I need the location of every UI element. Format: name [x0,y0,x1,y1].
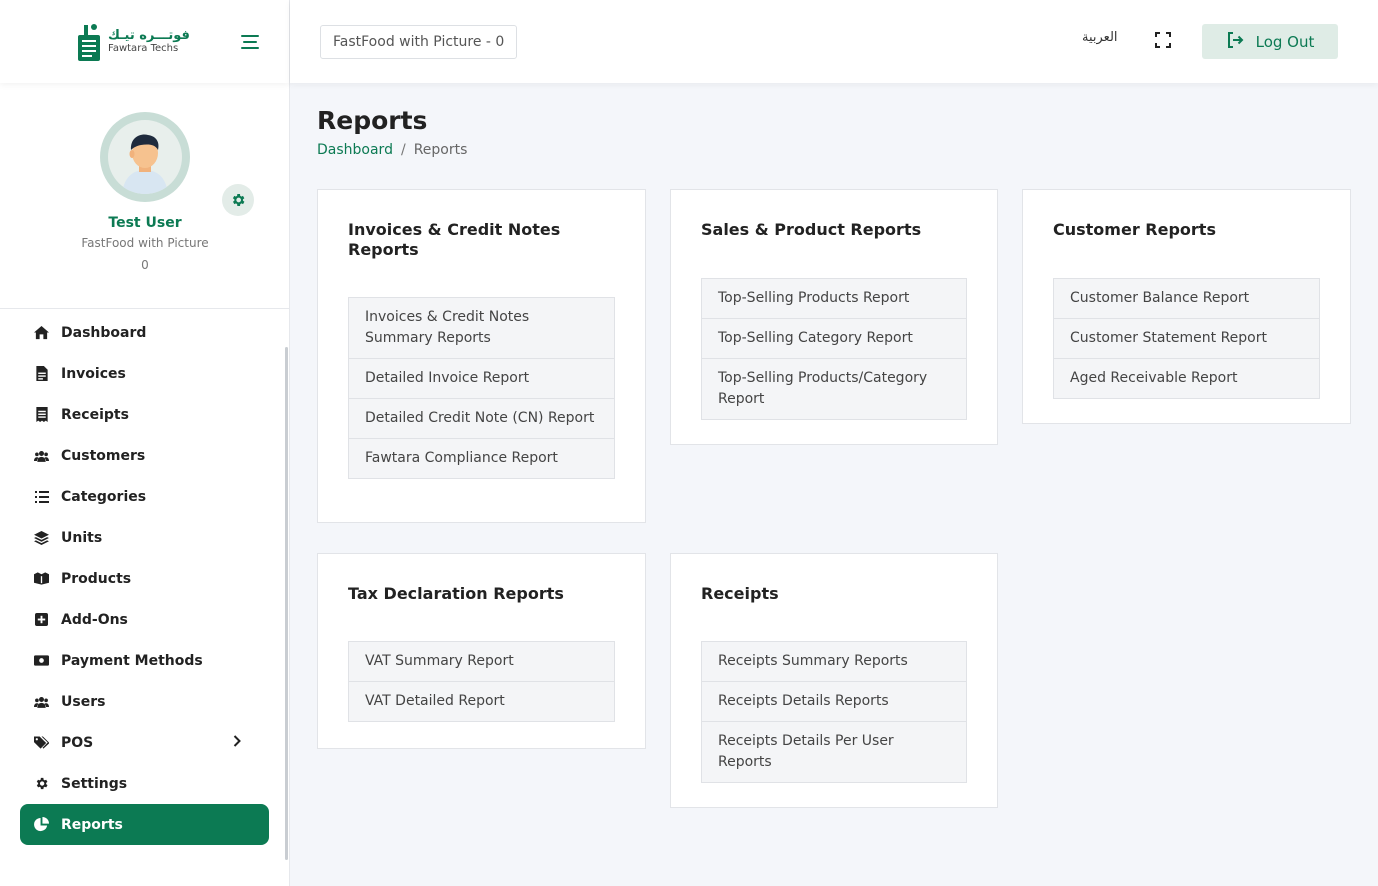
report-link[interactable]: Detailed Credit Note (CN) Report [349,398,614,438]
sidebar-item-dashboard[interactable]: Dashboard [20,312,269,353]
report-link[interactable]: Aged Receivable Report [1054,358,1319,398]
gear-icon [34,776,49,791]
user-avatar-icon [122,134,168,194]
breadcrumb-current: Reports [413,142,468,158]
money-icon [34,653,49,668]
card-title: Receipts [701,584,779,603]
sidebar-item-pos[interactable]: POS [20,722,269,763]
user-branch-id: 0 [141,258,149,272]
avatar [100,112,190,202]
file-invoice-icon [34,366,49,381]
user-company: FastFood with Picture [81,236,209,250]
report-link[interactable]: VAT Summary Report [349,642,614,681]
logout-button[interactable]: Log Out [1202,24,1338,59]
sidebar-item-label: Settings [61,775,128,792]
card-title: Invoices & Credit Notes Reports [348,220,561,259]
tax-declaration-reports-card: Tax Declaration Reports VAT Summary Repo… [317,553,646,749]
branch-selector[interactable]: FastFood with Picture - 0 [320,25,518,59]
report-link[interactable]: Customer Balance Report [1054,279,1319,318]
sidebar-item-label: Users [61,693,106,710]
sidebar-item-label: Categories [61,488,147,505]
report-link[interactable]: Top-Selling Category Report [702,318,966,358]
card-title: Customer Reports [1053,220,1216,239]
report-list: VAT Summary Report VAT Detailed Report [348,641,615,722]
report-link[interactable]: Customer Statement Report [1054,318,1319,358]
breadcrumb: Dashboard / Reports [317,142,467,158]
pie-chart-icon [34,817,49,832]
plus-square-icon [34,612,49,627]
logo-icon [76,21,102,63]
receipt-icon [34,407,49,422]
users-icon [34,694,49,709]
boxes-icon [34,571,49,586]
sidebar-item-receipts[interactable]: Receipts [20,394,269,435]
breadcrumb-home-link[interactable]: Dashboard [317,142,393,158]
home-icon [34,325,49,340]
sales-product-reports-card: Sales & Product Reports Top-Selling Prod… [670,189,998,445]
report-link[interactable]: Invoices & Credit Notes Summary Reports [349,298,614,358]
sidebar-item-label: Receipts [61,406,129,423]
report-link[interactable]: Detailed Invoice Report [349,358,614,398]
sidebar-item-customers[interactable]: Customers [20,435,269,476]
sidebar: فوتـــره تيـك Fawtara Techs Test User Fa… [0,0,290,886]
logo-english-text: Fawtara Techs [108,43,179,55]
sidebar-item-label: Products [61,570,132,587]
chevron-right-icon [233,735,241,751]
report-link[interactable]: Top-Selling Products Report [702,279,966,318]
customer-reports-card: Customer Reports Customer Balance Report… [1022,189,1351,424]
card-title: Tax Declaration Reports [348,584,564,603]
sidebar-item-label: POS [61,734,94,751]
layers-icon [34,530,49,545]
report-link[interactable]: Fawtara Compliance Report [349,438,614,478]
sidebar-item-units[interactable]: Units [20,517,269,558]
fullscreen-icon[interactable] [1153,30,1173,50]
sidebar-item-categories[interactable]: Categories [20,476,269,517]
profile-panel: Test User FastFood with Picture 0 [0,83,289,309]
report-link[interactable]: Receipts Details Per User Reports [702,721,966,782]
logout-label: Log Out [1255,32,1315,51]
card-title: Sales & Product Reports [701,220,922,239]
profile-settings-button[interactable] [222,184,254,216]
language-toggle[interactable]: العربية [1082,30,1118,45]
page-title: Reports [317,106,428,135]
sidebar-item-label: Invoices [61,365,126,382]
sidebar-item-add-ons[interactable]: Add-Ons [20,599,269,640]
logout-icon [1226,31,1244,53]
sidebar-item-payment-methods[interactable]: Payment Methods [20,640,269,681]
invoices-reports-card: Invoices & Credit Notes Reports Invoices… [317,189,646,523]
gear-icon [232,194,245,206]
sidebar-item-users[interactable]: Users [20,681,269,722]
logo[interactable]: فوتـــره تيـك Fawtara Techs [76,21,190,63]
receipts-reports-card: Receipts Receipts Summary Reports Receip… [670,553,998,808]
report-list: Customer Balance Report Customer Stateme… [1053,278,1320,399]
report-link[interactable]: Receipts Details Reports [702,681,966,721]
report-link[interactable]: Top-Selling Products/Category Report [702,358,966,419]
topbar: FastFood with Picture - 0 العربية Log Ou… [290,0,1378,83]
sidebar-item-label: Units [61,529,103,546]
sidebar-item-settings[interactable]: Settings [20,763,269,804]
users-icon [34,448,49,463]
logo-arabic-text: فوتـــره تيـك [108,27,190,43]
report-list: Top-Selling Products Report Top-Selling … [701,278,967,420]
sidebar-item-invoices[interactable]: Invoices [20,353,269,394]
sidebar-item-products[interactable]: Products [20,558,269,599]
breadcrumb-separator: / [400,142,406,158]
sidebar-item-label: Reports [61,816,123,833]
sidebar-item-label: Dashboard [61,324,147,341]
menu-toggle-icon[interactable] [241,34,259,49]
sidebar-item-label: Customers [61,447,146,464]
sidebar-item-label: Payment Methods [61,652,203,669]
user-name: Test User [108,215,182,231]
tags-icon [34,735,49,750]
logo-bar: فوتـــره تيـك Fawtara Techs [0,0,289,83]
sidebar-scrollbar[interactable] [285,347,288,860]
report-link[interactable]: Receipts Summary Reports [702,642,966,681]
list-icon [34,489,49,504]
report-list: Invoices & Credit Notes Summary Reports … [348,297,615,479]
sidebar-item-reports[interactable]: Reports [20,804,269,845]
report-link[interactable]: VAT Detailed Report [349,681,614,721]
sidebar-item-label: Add-Ons [61,611,128,628]
report-list: Receipts Summary Reports Receipts Detail… [701,641,967,783]
